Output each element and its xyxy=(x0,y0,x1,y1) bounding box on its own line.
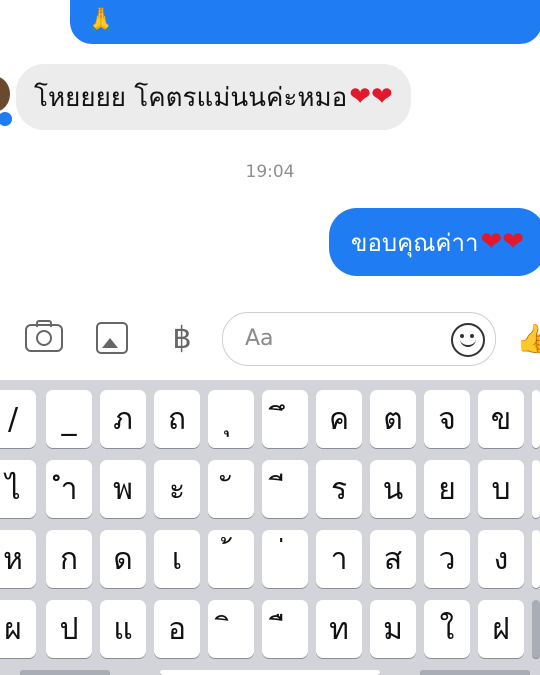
key[interactable]: ่ xyxy=(262,530,308,588)
thai-keyboard: / _ ภ ถ ุ ึ ค ต จ ข ไ ำ พ ะ ั ี ร น ย บ … xyxy=(0,380,540,675)
keyboard-row-2: ไ ำ พ ะ ั ี ร น ย บ xyxy=(0,460,540,522)
key[interactable]: ต xyxy=(370,390,416,448)
key[interactable]: ใ xyxy=(424,600,470,658)
key[interactable]: ถ xyxy=(154,390,200,448)
message-timestamp: 19:04 xyxy=(245,162,295,182)
key[interactable]: ื xyxy=(262,600,308,658)
key[interactable]: ผ xyxy=(0,600,36,658)
key[interactable]: า xyxy=(316,530,362,588)
key[interactable]: ข xyxy=(478,390,524,448)
baht-payment-icon[interactable]: ฿ xyxy=(162,318,202,358)
key[interactable]: ท xyxy=(316,600,362,658)
thumbs-up-icon[interactable]: 👍 xyxy=(516,322,540,355)
gallery-icon[interactable] xyxy=(92,318,132,358)
key[interactable] xyxy=(420,670,530,675)
key[interactable]: ง xyxy=(478,530,524,588)
key[interactable]: บ xyxy=(478,460,524,518)
messenger-badge-icon xyxy=(0,110,14,128)
keyboard-row-1: / _ ภ ถ ุ ึ ค ต จ ข xyxy=(0,390,540,452)
message-composer: ฿ Aa 👍 xyxy=(0,300,540,378)
key[interactable]: ส xyxy=(370,530,416,588)
key[interactable]: ย xyxy=(424,460,470,518)
keyboard-row-5 xyxy=(0,670,540,675)
key[interactable]: ม xyxy=(370,600,416,658)
key[interactable]: แ xyxy=(100,600,146,658)
key[interactable]: จ xyxy=(424,390,470,448)
key[interactable]: พ xyxy=(100,460,146,518)
pray-emoji: 🙏 xyxy=(86,6,116,34)
key[interactable]: ุ xyxy=(208,390,254,448)
key[interactable]: ด xyxy=(100,530,146,588)
key[interactable]: ร xyxy=(316,460,362,518)
key[interactable]: ึ xyxy=(262,390,308,448)
emoji-icon[interactable] xyxy=(451,323,485,357)
key[interactable]: ภ xyxy=(100,390,146,448)
keyboard-row-3: ห ก ด เ ้ ่ า ส ว ง xyxy=(0,530,540,592)
key[interactable]: ะ xyxy=(154,460,200,518)
avatar[interactable] xyxy=(0,76,10,112)
keyboard-row-4: ผ ป แ อ ิ ื ท ม ใ ฝ xyxy=(0,600,540,662)
key[interactable]: ้ xyxy=(208,530,254,588)
key[interactable]: ไ xyxy=(0,460,36,518)
key[interactable]: ป xyxy=(46,600,92,658)
outgoing-message-bubble[interactable]: ขอบคุณค่าา ❤❤ xyxy=(329,208,540,276)
key[interactable]: น xyxy=(370,460,416,518)
incoming-message-bubble[interactable]: โหยยยย โคตรแม่นนค่ะหมอ ❤❤ xyxy=(16,64,411,130)
key[interactable] xyxy=(532,390,540,448)
key[interactable]: ำ xyxy=(46,460,92,518)
key[interactable]: ว xyxy=(424,530,470,588)
outgoing-message-bubble[interactable]: 🙏 xyxy=(70,0,540,44)
message-input[interactable]: Aa xyxy=(222,312,496,366)
heart-emoji: ❤❤ xyxy=(480,227,524,257)
key[interactable]: เ xyxy=(154,530,200,588)
incoming-message-text: โหยยยย โคตรแม่นนค่ะหมอ xyxy=(34,82,348,113)
key[interactable]: ิ xyxy=(208,600,254,658)
key[interactable]: ห xyxy=(0,530,36,588)
key[interactable] xyxy=(532,460,540,518)
heart-emoji: ❤❤ xyxy=(349,82,393,112)
key[interactable]: ี xyxy=(262,460,308,518)
key[interactable]: ก xyxy=(46,530,92,588)
outgoing-message-text: ขอบคุณค่าา xyxy=(351,228,479,257)
key[interactable]: _ xyxy=(46,390,92,448)
key[interactable] xyxy=(532,530,540,588)
key[interactable] xyxy=(532,600,540,658)
key[interactable] xyxy=(20,670,110,675)
camera-icon[interactable] xyxy=(24,318,64,358)
key[interactable]: อ xyxy=(154,600,200,658)
key[interactable]: ฝ xyxy=(478,600,524,658)
key[interactable]: ค xyxy=(316,390,362,448)
key[interactable]: / xyxy=(0,390,36,448)
space-key[interactable] xyxy=(160,670,380,675)
message-input-placeholder: Aa xyxy=(245,326,274,351)
key[interactable]: ั xyxy=(208,460,254,518)
